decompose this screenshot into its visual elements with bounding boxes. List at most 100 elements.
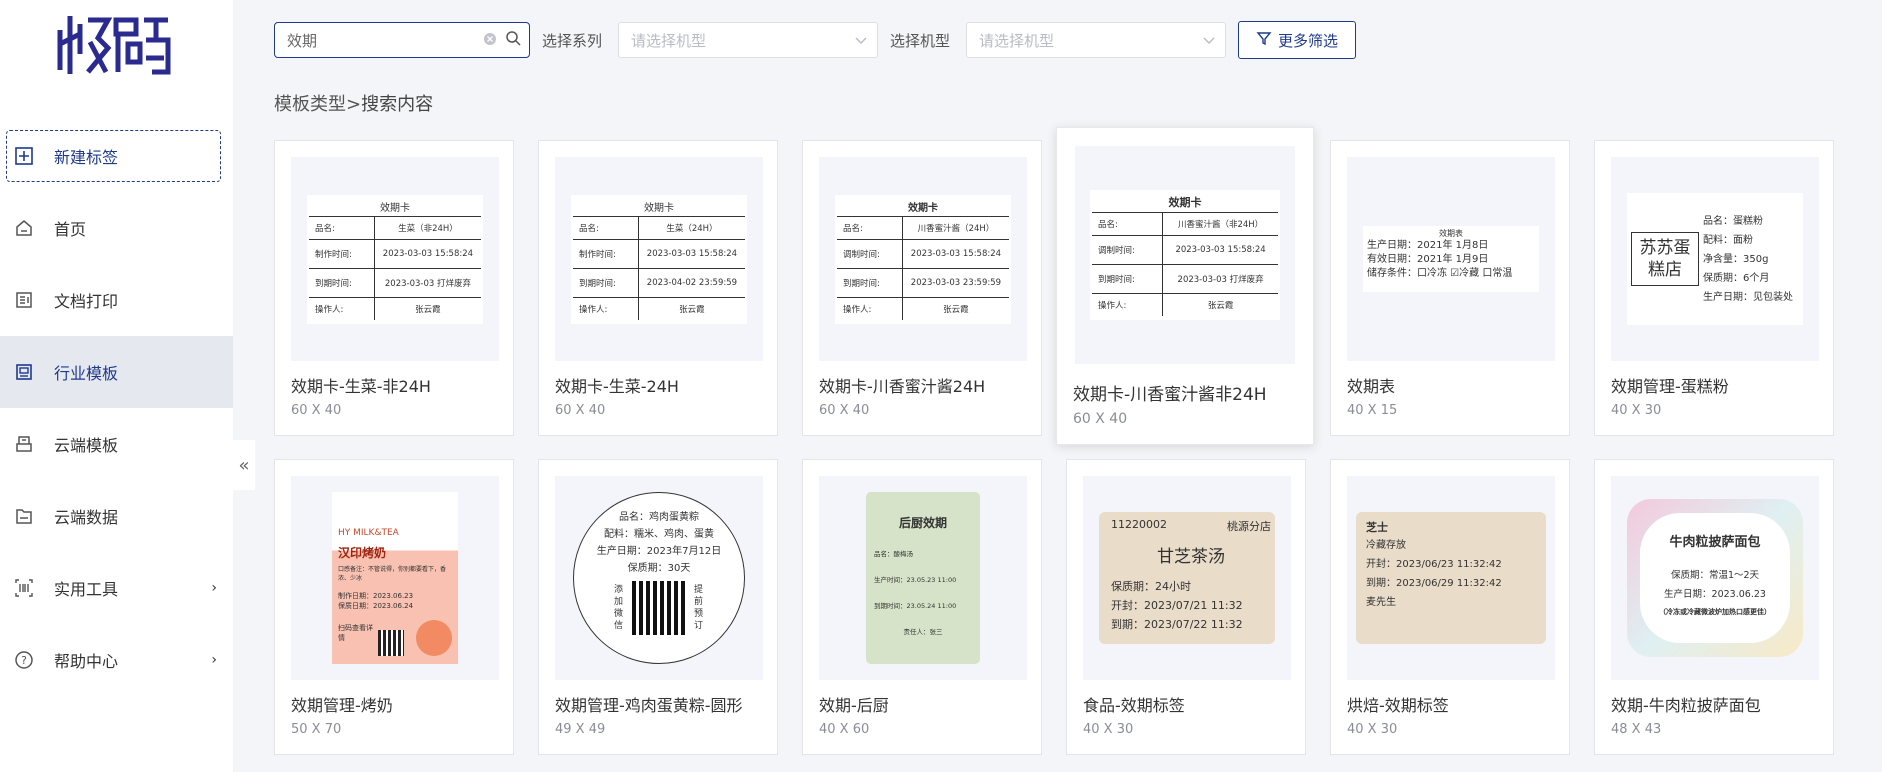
template-size: 50 X 70 — [291, 722, 342, 737]
sidebar-item-document-print[interactable]: 文档打印 — [0, 264, 233, 336]
label-preview: 效期卡 品名: 川香蜜汁酱（非24H） 调制时间: 2023-03-03 15:58… — [1090, 190, 1280, 320]
double-chevron-left-icon: « — [238, 454, 250, 476]
template-title: 效期卡-生菜-24H — [555, 377, 679, 396]
sidebar-item-label: 新建标签 — [54, 148, 119, 167]
breadcrumb-separator: > — [346, 94, 362, 115]
model-filter-label: 选择机型 — [890, 31, 951, 50]
sidebar-item-label: 文档打印 — [54, 292, 119, 311]
template-size: 40 X 15 — [1347, 403, 1398, 418]
barcode-scan-icon — [13, 577, 35, 599]
template-icon — [13, 361, 35, 383]
template-title: 效期表 — [1347, 377, 1396, 396]
template-thumbnail: 效期表 生产日期：2021年 1月8日 有效日期：2021年 1月9日 储存条件… — [1347, 157, 1555, 361]
sidebar-item-label: 云端模板 — [54, 436, 119, 455]
label-preview: 效期卡 品名: 川香蜜汁酱（24H） 调制时间: 2023-03-03 15:58:… — [835, 194, 1011, 324]
template-card[interactable]: 效期卡 品名: 生菜（非24H） 制作时间: 2023-03-03 15:58:24… — [274, 140, 514, 436]
cloud-template-icon — [13, 433, 35, 455]
chevron-down-icon — [855, 31, 867, 49]
sidebar-item-tools[interactable]: 实用工具 › — [0, 552, 233, 624]
template-card[interactable]: 效期卡 品名: 生菜（24H） 制作时间: 2023-03-03 15:58:24 … — [538, 140, 778, 436]
fruit-illustration — [416, 620, 452, 656]
folder-icon — [13, 505, 35, 527]
template-size: 49 X 49 — [555, 722, 606, 737]
template-card[interactable]: 效期表 生产日期：2021年 1月8日 有效日期：2021年 1月9日 储存条件… — [1330, 140, 1570, 436]
template-thumbnail: 牛肉粒披萨面包 保质期：常温1～2天 生产日期：2023.06.23 （冷冻或冷… — [1611, 476, 1819, 680]
sidebar-item-cloud-templates[interactable]: 云端模板 — [0, 408, 233, 480]
label-preview: 后厨效期 品名：酸梅汤 生产时间：23.05.23 11:00 到期时间：23.… — [866, 492, 980, 664]
plus-square-icon — [13, 145, 35, 167]
template-title: 效期-牛肉粒披萨面包 — [1611, 696, 1761, 715]
template-thumbnail: 效期卡 品名: 生菜（24H） 制作时间: 2023-03-03 15:58:24 … — [555, 157, 763, 361]
template-card[interactable]: HY MILK&TEA 汉印烤奶 口感备注：不管说得，你别都要看下，香浓、少冰 … — [274, 459, 514, 755]
breadcrumb-current: 搜索内容 — [361, 94, 434, 115]
template-card-hovered[interactable]: 效期卡 品名: 川香蜜汁酱（非24H） 调制时间: 2023-03-03 15:58… — [1056, 127, 1314, 445]
label-preview: HY MILK&TEA 汉印烤奶 口感备注：不管说得，你别都要看下，香浓、少冰 … — [332, 492, 458, 664]
template-card[interactable]: 牛肉粒披萨面包 保质期：常温1～2天 生产日期：2023.06.23 （冷冻或冷… — [1594, 459, 1834, 755]
template-size: 60 X 40 — [291, 403, 342, 418]
help-icon: ? — [13, 649, 35, 671]
template-size: 60 X 40 — [1073, 411, 1128, 427]
template-title: 效期管理-鸡肉蛋黄粽-圆形 — [555, 696, 743, 715]
template-size: 40 X 30 — [1611, 403, 1662, 418]
label-preview: 牛肉粒披萨面包 保质期：常温1～2天 生产日期：2023.06.23 （冷冻或冷… — [1627, 499, 1803, 657]
sidebar: 新建标签 首页 文档打印 行业模板 云端模板 云端数据 实用工具 › ? 帮助中… — [0, 0, 233, 772]
template-card[interactable]: 品名：鸡肉蛋黄粽 配料：糯米、鸡肉、蛋黄 生产日期：2023年7月12日 保质期… — [538, 459, 778, 755]
sidebar-item-label: 实用工具 — [54, 580, 119, 599]
sidebar-collapse-button[interactable]: « — [233, 440, 255, 490]
app-logo[interactable] — [56, 14, 172, 78]
template-title: 效期卡-川香蜜汁酱24H — [819, 377, 986, 396]
template-size: 60 X 40 — [819, 403, 870, 418]
template-card[interactable]: 11220002 桃源分店 甘芝茶汤 保质期：24小时 开封：2023/07/21… — [1066, 459, 1306, 755]
document-icon — [13, 289, 35, 311]
breadcrumb: 模板类型>搜索内容 — [274, 90, 433, 116]
sidebar-item-label: 行业模板 — [54, 364, 119, 383]
model-select[interactable]: 请选择机型 — [966, 22, 1227, 58]
template-title: 效期管理-烤奶 — [291, 696, 393, 715]
template-card[interactable]: 芝士 冷藏存放 开封：2023/06/23 11:32:42 到期：2023/0… — [1330, 459, 1570, 755]
more-filters-label: 更多筛选 — [1278, 31, 1339, 50]
template-thumbnail: 效期卡 品名: 川香蜜汁酱（24H） 调制时间: 2023-03-03 15:58:… — [819, 157, 1027, 361]
sidebar-item-new-label[interactable]: 新建标签 — [6, 130, 221, 182]
sidebar-item-home[interactable]: 首页 — [0, 192, 233, 264]
label-preview: 效期卡 品名: 生菜（24H） 制作时间: 2023-03-03 15:58:24 … — [571, 194, 747, 324]
sidebar-item-industry-templates[interactable]: 行业模板 — [0, 336, 233, 408]
template-card[interactable]: 效期卡 品名: 川香蜜汁酱（24H） 调制时间: 2023-03-03 15:58:… — [802, 140, 1042, 436]
template-size: 40 X 60 — [819, 722, 870, 737]
search-icon[interactable] — [505, 30, 521, 50]
label-preview: 11220002 桃源分店 甘芝茶汤 保质期：24小时 开封：2023/07/21… — [1099, 512, 1275, 644]
search-input[interactable] — [285, 30, 483, 50]
template-size: 48 X 43 — [1611, 722, 1662, 737]
template-title: 烘焙-效期标签 — [1347, 696, 1449, 715]
breadcrumb-root[interactable]: 模板类型 — [274, 94, 346, 115]
template-thumbnail: HY MILK&TEA 汉印烤奶 口感备注：不管说得，你别都要看下，香浓、少冰 … — [291, 476, 499, 680]
chevron-down-icon — [1203, 31, 1215, 49]
search-box — [274, 22, 530, 58]
series-filter-label: 选择系列 — [542, 31, 603, 50]
sidebar-item-cloud-data[interactable]: 云端数据 — [0, 480, 233, 552]
template-thumbnail: 11220002 桃源分店 甘芝茶汤 保质期：24小时 开封：2023/07/21… — [1083, 476, 1291, 680]
template-thumbnail: 芝士 冷藏存放 开封：2023/06/23 11:32:42 到期：2023/0… — [1347, 476, 1555, 680]
sidebar-item-label: 云端数据 — [54, 508, 119, 527]
template-title: 效期卡-川香蜜汁酱非24H — [1073, 385, 1267, 405]
template-thumbnail: 效期卡 品名: 川香蜜汁酱（非24H） 调制时间: 2023-03-03 15:58… — [1075, 146, 1295, 364]
template-card[interactable]: 后厨效期 品名：酸梅汤 生产时间：23.05.23 11:00 到期时间：23.… — [802, 459, 1042, 755]
template-title: 效期卡-生菜-非24H — [291, 377, 431, 396]
clear-icon[interactable] — [483, 31, 497, 50]
series-select[interactable]: 请选择机型 — [618, 22, 879, 58]
template-thumbnail: 效期卡 品名: 生菜（非24H） 制作时间: 2023-03-03 15:58:24… — [291, 157, 499, 361]
template-title: 效期管理-蛋糕粉 — [1611, 377, 1729, 396]
filter-icon — [1256, 30, 1272, 50]
sidebar-item-help[interactable]: ? 帮助中心 › — [0, 624, 233, 696]
template-thumbnail: 品名：鸡肉蛋黄粽 配料：糯米、鸡肉、蛋黄 生产日期：2023年7月12日 保质期… — [555, 476, 763, 680]
template-thumbnail: 苏苏蛋糕店 品名：蛋糕粉 配料：面粉 净含量：350g 保质期：6个月 生产日期… — [1611, 157, 1819, 361]
svg-text:?: ? — [21, 654, 27, 667]
shop-logo: 苏苏蛋糕店 — [1631, 232, 1699, 286]
template-size: 60 X 40 — [555, 403, 606, 418]
label-preview: 品名：鸡肉蛋黄粽 配料：糯米、鸡肉、蛋黄 生产日期：2023年7月12日 保质期… — [573, 492, 745, 664]
sidebar-item-label: 帮助中心 — [54, 652, 119, 671]
template-card[interactable]: 苏苏蛋糕店 品名：蛋糕粉 配料：面粉 净含量：350g 保质期：6个月 生产日期… — [1594, 140, 1834, 436]
more-filters-button[interactable]: 更多筛选 — [1238, 21, 1357, 59]
label-preview: 效期表 生产日期：2021年 1月8日 有效日期：2021年 1月9日 储存条件… — [1363, 226, 1539, 292]
template-size: 40 X 30 — [1347, 722, 1398, 737]
chevron-right-icon: › — [211, 652, 217, 668]
